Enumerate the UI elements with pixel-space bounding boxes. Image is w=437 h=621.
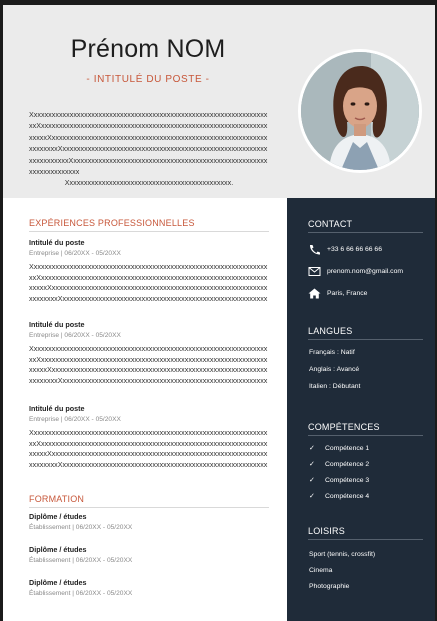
contact-divider [308,232,423,233]
education-section-title: FORMATION [29,494,85,504]
job-3-title: Intitulé du poste [29,404,85,413]
languages-divider [308,339,423,340]
hobbies-divider [308,539,423,540]
profile-photo-image [301,52,419,170]
language-item-3: Italien : Débutant [309,383,361,390]
contact-email: prenom.nom@gmail.com [327,268,404,275]
skill-item-3: Compétence 3 [325,477,370,484]
check-icon: ✓ [309,477,315,484]
languages-section-title: LANGUES [308,326,353,336]
profile-photo [298,49,422,173]
job-3-meta: Entreprise | 06/20XX - 05/20XX [29,416,121,423]
hobby-item-3: Photographie [309,583,350,590]
check-icon: ✓ [309,445,315,452]
job-1-meta: Entreprise | 06/20XX - 05/20XX [29,250,121,257]
resume-page: Prénom NOM - INTITULÉ DU POSTE - Xxxxxxx… [3,5,435,621]
resume-header: Prénom NOM - INTITULÉ DU POSTE - Xxxxxxx… [3,5,435,198]
education-1-title: Diplôme / études [29,512,87,521]
skill-item-1: Compétence 1 [325,445,370,452]
hobby-item-2: Cinema [309,567,333,574]
education-divider [29,507,269,508]
skill-item-4: Compétence 4 [325,493,370,500]
home-icon [308,288,321,299]
contact-location: Paris, France [327,290,368,297]
job-1-description: Xxxxxxxxxxxxxxxxxxxxxxxxxxxxxxxxxxxxxxxx… [29,262,268,305]
education-3-title: Diplôme / études [29,578,87,587]
experience-section-title: EXPÉRIENCES PROFESSIONNELLES [29,218,195,228]
intro-last-line: Xxxxxxxxxxxxxxxxxxxxxxxxxxxxxxxxxxxxxxxx… [64,178,234,188]
education-3-meta: Établissement | 06/20XX - 05/20XX [29,590,133,597]
hobbies-section-title: LOISIRS [308,526,345,536]
hobby-item-1: Sport (tennis, crossfit) [309,551,376,558]
phone-icon [310,245,320,255]
job-2-meta: Entreprise | 06/20XX - 05/20XX [29,332,121,339]
contact-phone: +33 6 66 66 66 66 [327,246,382,253]
language-item-2: Anglais : Avancé [309,366,360,373]
portrait-illustration [301,52,419,170]
skills-section-title: COMPÉTENCES [308,422,380,432]
sidebar: CONTACT +33 6 66 66 66 66 prenom.nom@gma… [287,198,435,621]
contact-section-title: CONTACT [308,219,353,229]
job-title-heading: - INTITULÉ DU POSTE - [86,74,210,85]
education-2-title: Diplôme / études [29,545,87,554]
skills-divider [308,435,423,436]
job-1-title: Intitulé du poste [29,238,85,247]
skill-item-2: Compétence 2 [325,461,370,468]
main-column: EXPÉRIENCES PROFESSIONNELLES Intitulé du… [3,198,287,621]
envelope-icon [308,267,321,276]
education-1-meta: Établissement | 06/20XX - 05/20XX [29,524,133,531]
education-2-meta: Établissement | 06/20XX - 05/20XX [29,557,133,564]
check-icon: ✓ [309,493,315,500]
job-3-description: Xxxxxxxxxxxxxxxxxxxxxxxxxxxxxxxxxxxxxxxx… [29,428,268,471]
job-2-description: Xxxxxxxxxxxxxxxxxxxxxxxxxxxxxxxxxxxxxxxx… [29,344,268,387]
intro-paragraph: Xxxxxxxxxxxxxxxxxxxxxxxxxxxxxxxxxxxxxxxx… [29,109,269,189]
job-2-title: Intitulé du poste [29,320,85,329]
experience-divider [29,231,269,232]
intro-text: Xxxxxxxxxxxxxxxxxxxxxxxxxxxxxxxxxxxxxxxx… [29,110,268,177]
candidate-name: Prénom NOM [70,35,226,63]
check-icon: ✓ [309,461,315,468]
language-item-1: Français : Natif [309,349,355,356]
